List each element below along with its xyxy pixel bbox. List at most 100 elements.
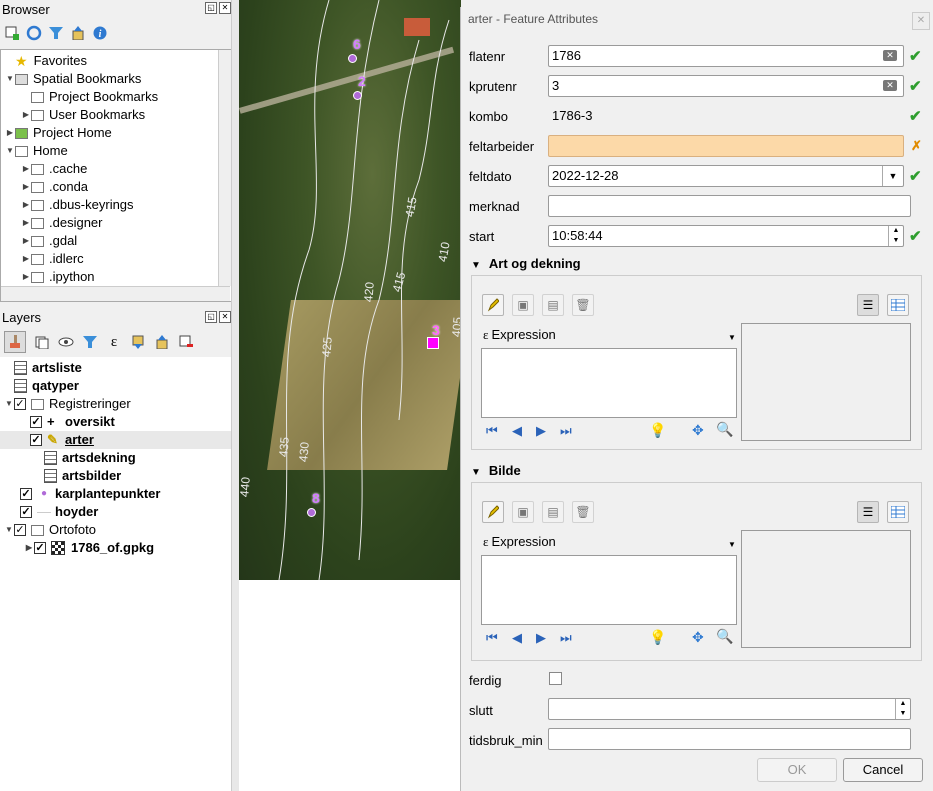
first-feature-icon[interactable]: ⏮: [486, 423, 498, 439]
map-point[interactable]: [353, 91, 362, 100]
float-icon[interactable]: ◱: [205, 311, 217, 323]
browser-tree[interactable]: ★ Favorites ▼ Spatial Bookmarks Project Bo…: [0, 49, 233, 302]
feature-list[interactable]: [481, 348, 737, 418]
layer-artsbilder[interactable]: artsbilder: [44, 467, 121, 485]
expression-dropdown[interactable]: ε Expression: [483, 327, 556, 343]
browser-item-gdal[interactable]: ▶ .gdal: [21, 232, 77, 250]
browser-item-conda[interactable]: ▶ .conda: [21, 178, 88, 196]
layer-visibility-checkbox[interactable]: ✓: [34, 542, 46, 554]
info-icon[interactable]: i: [92, 25, 108, 41]
add-child-icon[interactable]: ▤: [542, 501, 564, 523]
tidsbruk-min-input[interactable]: [548, 728, 911, 750]
delete-icon[interactable]: 🗑: [572, 501, 594, 523]
browser-item-user-bookmarks[interactable]: ▶ User Bookmarks: [21, 106, 145, 124]
remove-layer-icon[interactable]: [178, 334, 194, 350]
horizontal-scrollbar[interactable]: [1, 286, 230, 301]
save-icon[interactable]: ▣: [512, 294, 534, 316]
close-icon[interactable]: ✕: [912, 12, 930, 30]
layer-arter[interactable]: ✓ ✎ arter: [0, 431, 231, 449]
chevron-right-icon[interactable]: ▶: [24, 539, 34, 557]
chevron-down-icon[interactable]: ▼: [5, 70, 15, 88]
collapse-all-icon[interactable]: [154, 334, 170, 350]
chevron-right-icon[interactable]: ▶: [21, 106, 31, 124]
chevron-down-icon[interactable]: ▼: [728, 333, 736, 342]
chevron-down-icon[interactable]: ▼: [728, 540, 736, 549]
previous-feature-icon[interactable]: ◀: [512, 423, 522, 439]
filter-icon[interactable]: [82, 334, 98, 350]
ok-button[interactable]: OK: [757, 758, 837, 782]
feature-list[interactable]: [481, 555, 737, 625]
expression-filter-icon[interactable]: ε: [106, 334, 122, 350]
toggle-edit-icon[interactable]: [482, 294, 504, 316]
spinner-icon[interactable]: ▲ ▼: [895, 699, 910, 719]
start-time-input[interactable]: 10:58:44 ▲ ▼: [548, 225, 904, 247]
section-art-og-dekning[interactable]: ▼ Art og dekning: [471, 256, 581, 271]
refresh-icon[interactable]: [26, 25, 42, 41]
expression-dropdown[interactable]: ε Expression: [483, 534, 556, 550]
add-layer-icon[interactable]: [4, 25, 20, 41]
highlight-bulb-icon[interactable]: 💡: [649, 422, 666, 439]
kprutenr-input[interactable]: 3 ✕: [548, 75, 904, 97]
layer-visibility-checkbox[interactable]: ✓: [14, 524, 26, 536]
pan-to-icon[interactable]: ✥: [692, 629, 704, 646]
last-feature-icon[interactable]: ⏭: [560, 423, 572, 439]
feltarbeider-input[interactable]: [548, 135, 904, 157]
browser-item-project-home[interactable]: ▶ Project Home: [5, 124, 112, 142]
layer-hoyder[interactable]: ✓ hoyder: [20, 503, 98, 521]
layer-oversikt[interactable]: ✓ + oversikt: [30, 413, 115, 431]
browser-item-ipython[interactable]: ▶ .ipython: [21, 268, 95, 286]
first-feature-icon[interactable]: ⏮: [486, 630, 498, 646]
map-point[interactable]: [348, 54, 357, 63]
ferdig-checkbox[interactable]: [549, 672, 562, 685]
clear-icon[interactable]: ✕: [883, 80, 897, 91]
layer-visibility-checkbox[interactable]: ✓: [20, 506, 32, 518]
form-view-icon[interactable]: ☰: [857, 294, 879, 316]
expand-all-icon[interactable]: [130, 334, 146, 350]
eye-icon[interactable]: [58, 334, 74, 350]
layer-artsdekning[interactable]: artsdekning: [44, 449, 136, 467]
save-icon[interactable]: ▣: [512, 501, 534, 523]
table-view-icon[interactable]: [887, 294, 909, 316]
delete-icon[interactable]: 🗑: [572, 294, 594, 316]
filter-icon[interactable]: [48, 25, 64, 41]
layers-tree[interactable]: artsliste qatyper ▼ ✓ Registreringer ✓ + ove…: [0, 357, 231, 791]
selected-point[interactable]: [427, 337, 439, 349]
layer-visibility-checkbox[interactable]: ✓: [14, 398, 26, 410]
browser-item-project-bookmarks[interactable]: Project Bookmarks: [21, 88, 158, 106]
layer-visibility-checkbox[interactable]: ✓: [30, 434, 42, 446]
form-view-icon[interactable]: ☰: [857, 501, 879, 523]
browser-item-home[interactable]: ▼ Home: [5, 142, 68, 160]
next-feature-icon[interactable]: ▶: [536, 630, 546, 646]
browser-item-idlerc[interactable]: ▶ .idlerc: [21, 250, 84, 268]
browser-item-spatial-bookmarks[interactable]: ▼ Spatial Bookmarks: [5, 70, 141, 88]
layer-visibility-checkbox[interactable]: ✓: [20, 488, 32, 500]
flatenr-input[interactable]: 1786 ✕: [548, 45, 904, 67]
style-brush-icon[interactable]: [4, 331, 26, 353]
chevron-down-icon[interactable]: ▼: [471, 467, 481, 478]
layer-group-ortofoto[interactable]: ▼ ✓ Ortofoto: [4, 521, 96, 539]
pan-to-icon[interactable]: ✥: [692, 422, 704, 439]
table-view-icon[interactable]: [887, 501, 909, 523]
map-point[interactable]: [307, 508, 316, 517]
next-feature-icon[interactable]: ▶: [536, 423, 546, 439]
merknad-input[interactable]: [548, 195, 911, 217]
browser-item-favorites[interactable]: ★ Favorites: [5, 52, 87, 70]
add-child-icon[interactable]: ▤: [542, 294, 564, 316]
section-bilde[interactable]: ▼ Bilde: [471, 463, 521, 478]
layer-1786-of-gpkg[interactable]: ▶ ✓ 1786_of.gpkg: [24, 539, 154, 557]
browser-item-cache[interactable]: ▶ .cache: [21, 160, 87, 178]
browser-item-dbus-keyrings[interactable]: ▶ .dbus-keyrings: [21, 196, 134, 214]
chevron-down-icon[interactable]: ▼: [4, 395, 14, 413]
highlight-bulb-icon[interactable]: 💡: [649, 629, 666, 646]
float-icon[interactable]: ◱: [205, 2, 217, 14]
toggle-edit-icon[interactable]: [482, 501, 504, 523]
chevron-down-icon[interactable]: ▼: [471, 260, 481, 271]
cancel-button[interactable]: Cancel: [843, 758, 923, 782]
layer-qatyper[interactable]: qatyper: [4, 377, 79, 395]
close-icon[interactable]: ✕: [219, 311, 231, 323]
feltdato-date-input[interactable]: 2022-12-28 ▼: [548, 165, 904, 187]
close-icon[interactable]: ✕: [219, 2, 231, 14]
last-feature-icon[interactable]: ⏭: [560, 630, 572, 646]
chevron-down-icon[interactable]: ▼: [5, 142, 15, 160]
browser-item-designer[interactable]: ▶ .designer: [21, 214, 103, 232]
